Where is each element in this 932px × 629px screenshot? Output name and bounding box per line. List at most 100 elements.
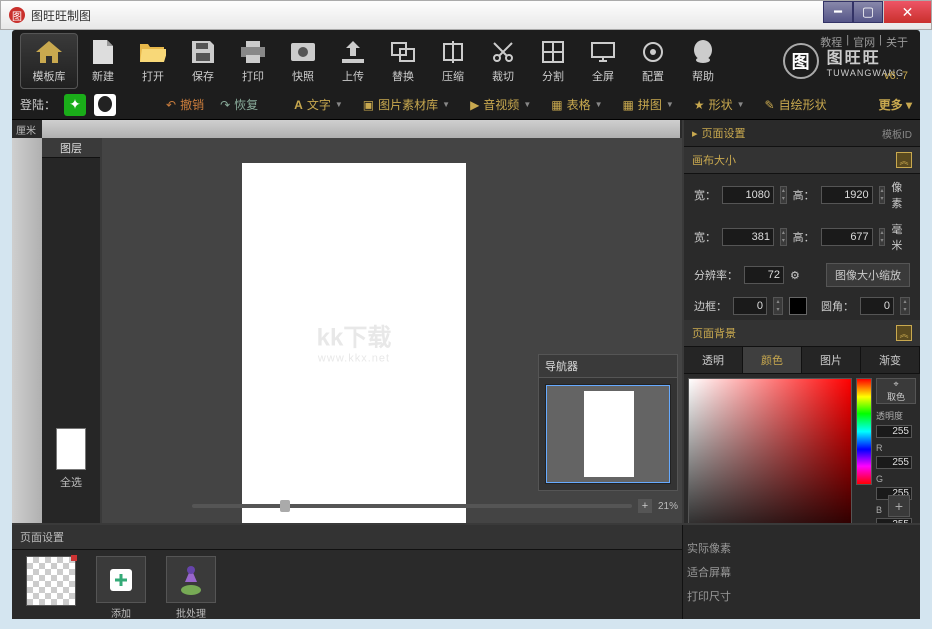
draw-tool[interactable]: ✎自绘形状 xyxy=(759,96,833,113)
av-tool[interactable]: ▶音视频▼ xyxy=(464,96,537,113)
qq-login-button[interactable] xyxy=(94,94,116,116)
play-icon: ▶ xyxy=(470,98,479,112)
navigator-panel: 导航器 xyxy=(538,354,678,491)
split-icon xyxy=(540,39,566,65)
zoom-bar: + 21% xyxy=(192,497,678,515)
puzzle-tool[interactable]: ▦拼图▼ xyxy=(617,96,680,113)
zoom-in-button[interactable]: + xyxy=(638,499,652,513)
hue-slider[interactable] xyxy=(856,378,872,485)
redo-button[interactable]: ↷恢复 xyxy=(216,96,262,113)
spinner[interactable]: ▴▾ xyxy=(879,186,886,204)
minimize-button[interactable]: ━ xyxy=(823,1,853,23)
r-input[interactable] xyxy=(876,456,912,469)
replace-button[interactable]: 替换 xyxy=(378,33,428,89)
tutorial-link[interactable]: 教程 xyxy=(820,34,842,50)
batch-button[interactable]: 批处理 xyxy=(162,556,220,620)
about-link[interactable]: 关于 xyxy=(886,34,908,50)
view-size-list: 实际像素 适合屏幕 打印尺寸 xyxy=(682,525,762,619)
table-tool[interactable]: ▦表格▼ xyxy=(545,96,608,113)
star-icon: ★ xyxy=(694,98,705,112)
image-library[interactable]: ▣图片素材库▼ xyxy=(357,96,456,113)
undo-icon: ↶ xyxy=(166,98,176,112)
save-button[interactable]: 保存 xyxy=(178,33,228,89)
tab-gradient[interactable]: 渐变 xyxy=(861,347,920,373)
bg-tabs: 透明 颜色 图片 渐变 xyxy=(684,347,920,374)
spinner[interactable]: ▴▾ xyxy=(780,186,787,204)
border-input[interactable] xyxy=(733,297,767,315)
collapse-button[interactable]: ︽ xyxy=(896,152,912,168)
print-size[interactable]: 打印尺寸 xyxy=(687,588,758,604)
collapse-button[interactable]: ︽ xyxy=(896,325,912,341)
site-link[interactable]: 官网 xyxy=(853,34,875,50)
chevron-down-icon: ▼ xyxy=(666,100,674,109)
new-button[interactable]: 新建 xyxy=(78,33,128,89)
vertical-ruler[interactable] xyxy=(12,138,42,523)
fullscreen-button[interactable]: 全屏 xyxy=(578,33,628,89)
layer-thumbnail[interactable] xyxy=(56,428,86,470)
print-button[interactable]: 打印 xyxy=(228,33,278,89)
help-button[interactable]: 帮助 xyxy=(678,33,728,89)
spinner[interactable]: ▴▾ xyxy=(879,228,886,246)
border-color[interactable] xyxy=(789,297,807,315)
zoom-slider[interactable] xyxy=(192,504,632,508)
width-px-input[interactable] xyxy=(722,186,774,204)
zoom-knob[interactable] xyxy=(280,500,290,512)
home-icon xyxy=(36,39,62,65)
top-links: 教程| 官网| 关于 xyxy=(820,34,908,50)
radius-input[interactable] xyxy=(860,297,894,315)
ruler-bar: 厘米 xyxy=(12,120,682,138)
dpi-input[interactable] xyxy=(744,266,784,284)
horizontal-ruler[interactable] xyxy=(42,120,680,138)
height-mm-input[interactable] xyxy=(821,228,873,246)
upload-button[interactable]: 上传 xyxy=(328,33,378,89)
select-all-button[interactable]: 全选 xyxy=(42,474,100,490)
spinner[interactable]: ▴▾ xyxy=(773,297,783,315)
shape-tool[interactable]: ★形状▼ xyxy=(688,96,751,113)
print-icon xyxy=(240,39,266,65)
tab-image[interactable]: 图片 xyxy=(802,347,861,373)
alpha-input[interactable] xyxy=(876,425,912,438)
wechat-login-button[interactable]: ✦ xyxy=(64,94,86,116)
crop-button[interactable]: 裁切 xyxy=(478,33,528,89)
undo-button[interactable]: ↶撤销 xyxy=(162,96,208,113)
chevron-down-icon: ▼ xyxy=(595,100,603,109)
pen-icon: ✎ xyxy=(765,98,775,112)
split-button[interactable]: 分割 xyxy=(528,33,578,89)
add-page-button[interactable]: 添加 xyxy=(92,556,150,620)
navigator-body[interactable] xyxy=(545,384,671,484)
width-mm-input[interactable] xyxy=(722,228,774,246)
spinner[interactable]: ▴▾ xyxy=(780,228,787,246)
eyedropper-button[interactable]: ⌖取色 xyxy=(876,378,916,404)
tab-color[interactable]: 颜色 xyxy=(743,347,802,373)
folder-icon xyxy=(140,39,166,65)
text-tool[interactable]: A文字▼ xyxy=(288,96,349,113)
template-id-label[interactable]: 模板ID xyxy=(882,126,912,141)
spinner[interactable]: ▴▾ xyxy=(900,297,910,315)
app-icon: 图 xyxy=(9,7,25,23)
canvas[interactable]: kk下载 www.kkx.net xyxy=(242,163,466,523)
height-px-input[interactable] xyxy=(821,186,873,204)
actual-pixels[interactable]: 实际像素 xyxy=(687,540,758,556)
add-swatch-button[interactable]: + xyxy=(888,495,910,517)
color-picker: ⌖取色 透明度 R G B xyxy=(684,374,920,489)
resize-image-button[interactable]: 图像大小缩放 xyxy=(826,263,910,287)
open-button[interactable]: 打开 xyxy=(128,33,178,89)
bottom-page-settings-label[interactable]: 页面设置 xyxy=(12,525,682,550)
config-button[interactable]: 配置 xyxy=(628,33,678,89)
navigator-viewport[interactable] xyxy=(546,385,670,483)
gear-icon[interactable]: ⚙ xyxy=(790,269,800,282)
more-button[interactable]: 更多 ▾ xyxy=(879,96,912,113)
compress-button[interactable]: 压缩 xyxy=(428,33,478,89)
template-library-button[interactable]: 模板库 xyxy=(20,33,78,89)
fit-screen[interactable]: 适合屏幕 xyxy=(687,564,758,580)
tab-transparent[interactable]: 透明 xyxy=(684,347,743,373)
saturation-value-area[interactable] xyxy=(688,378,852,523)
page-thumbnail[interactable] xyxy=(22,556,80,620)
snapshot-button[interactable]: 快照 xyxy=(278,33,328,89)
close-button[interactable]: ✕ xyxy=(883,1,931,23)
editor-area: 厘米 图层 全选 kk下载 www.kkx.net xyxy=(12,120,682,523)
text-icon: A xyxy=(294,98,303,112)
maximize-button[interactable]: ▢ xyxy=(853,1,883,23)
workspace: 厘米 图层 全选 kk下载 www.kkx.net xyxy=(12,120,920,523)
canvas-viewport[interactable]: kk下载 www.kkx.net 导航器 + 2 xyxy=(102,138,682,523)
